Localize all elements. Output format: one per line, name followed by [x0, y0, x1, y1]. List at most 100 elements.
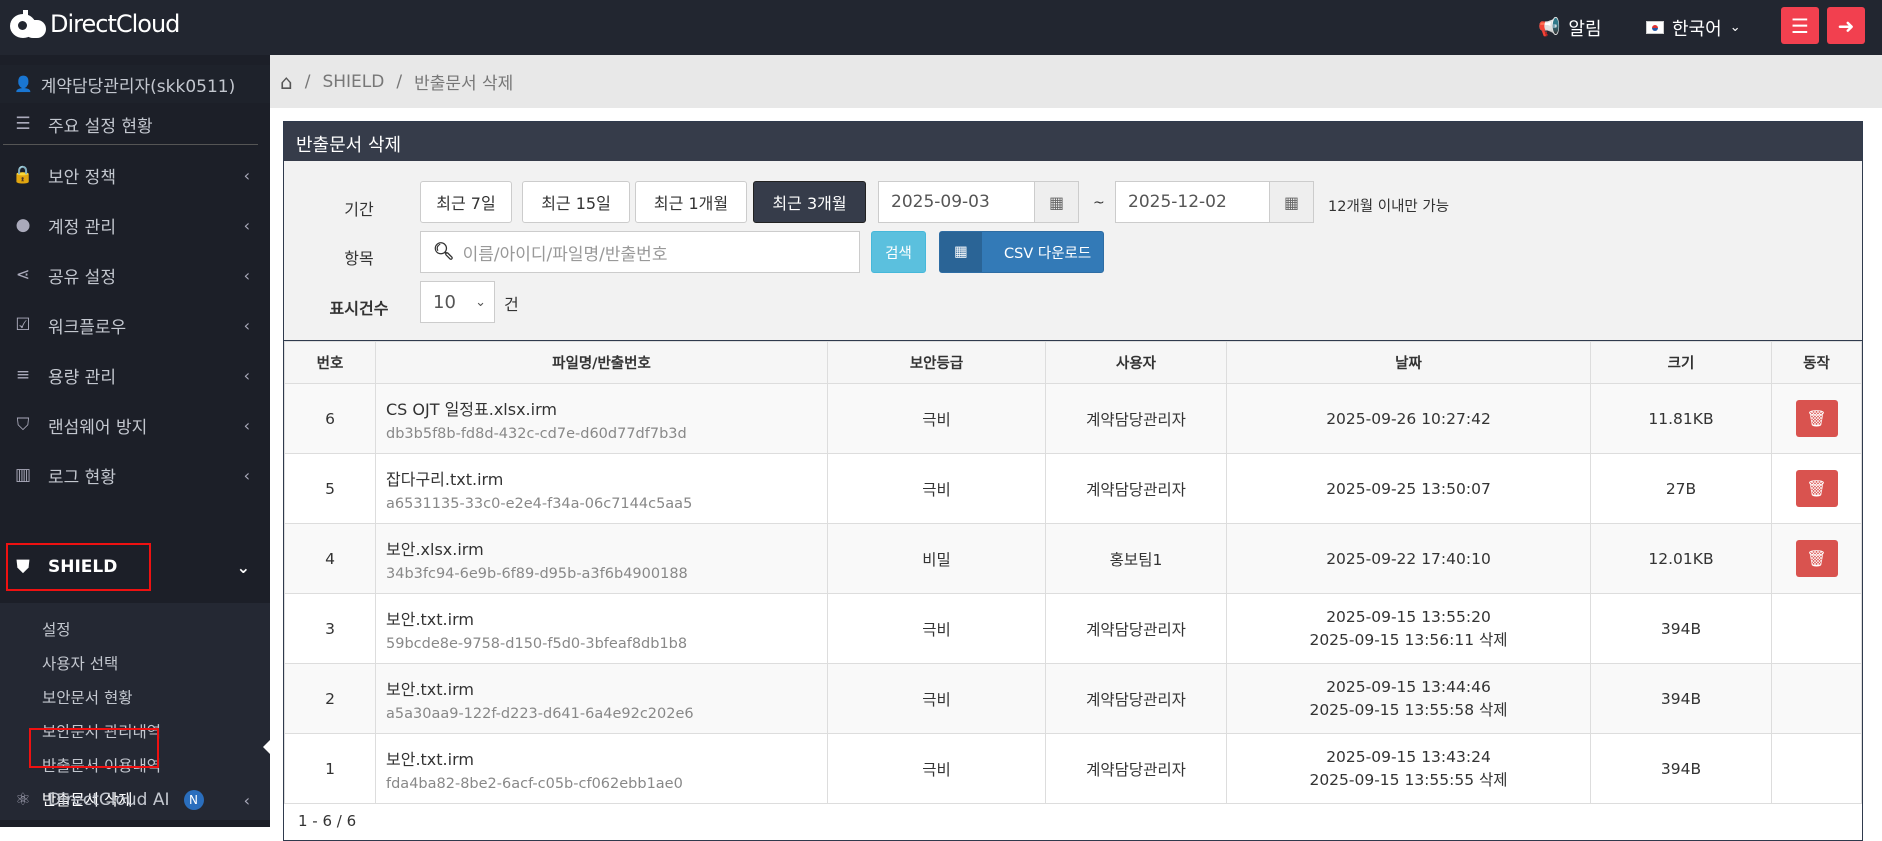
sidebar-item-label: 보안 정책 — [48, 167, 116, 188]
action-cell: 🗑︎ — [1771, 383, 1862, 454]
delete-button[interactable]: 🗑︎ — [1795, 470, 1838, 507]
start-date-value: 2025-09-03 — [891, 192, 990, 212]
col-header-no: 번호 — [284, 341, 376, 384]
table-row: 1 보안.txt.irm fda4ba82-8be2-6acf-c05b-cf062… — [284, 733, 1862, 804]
deleted-date: 2025-09-15 13:55:55 삭제 — [1309, 770, 1508, 789]
brand-name: DirectCloud — [50, 10, 180, 38]
user-name: 홍보팀1 — [1045, 523, 1227, 594]
search-input[interactable]: 🔍︎ 이름/아이디/파일명/반출번호 — [420, 231, 860, 273]
sidebar-item-label: 주요 설정 현황 — [48, 116, 153, 137]
security-grade: 극비 — [827, 383, 1046, 454]
highlight-box — [6, 543, 151, 591]
export-date: 2025-09-26 10:27:42 — [1326, 409, 1491, 428]
chevron-down-icon: ⌄ — [236, 557, 250, 577]
delete-button[interactable]: 🗑︎ — [1795, 540, 1838, 577]
file-cell: 보안.txt.irm a5a30aa9-122f-d223-d641-6a4e92… — [375, 663, 828, 734]
file-size: 12.01KB — [1590, 523, 1772, 594]
export-date: 2025-09-15 13:44:46 — [1326, 677, 1491, 696]
user-name: 계약담당관리자 — [1045, 733, 1227, 804]
file-name: CS OJT 일정표.xlsx.irm — [386, 399, 557, 419]
highlight-box — [29, 728, 159, 768]
submenu-item-user-select[interactable]: 사용자 선택 — [42, 652, 118, 674]
table-row: 4 보안.xlsx.irm 34b3fc94-6e9b-6f89-d95b-a3f6… — [284, 523, 1862, 594]
sidebar-item-label: 용량 관리 — [48, 367, 116, 388]
trash-icon: 🗑︎ — [1806, 549, 1827, 568]
file-name: 잡다구리.txt.irm — [386, 469, 504, 489]
action-cell — [1771, 593, 1862, 664]
export-id: fda4ba82-8be2-6acf-c05b-cf062ebb1ae0 — [386, 775, 683, 792]
sidebar-item-settings-overview[interactable]: ☰ 주요 설정 현황 — [0, 102, 270, 146]
count-label: 표시건수 — [329, 299, 389, 318]
security-grade: 극비 — [827, 733, 1046, 804]
new-badge: N — [183, 790, 204, 810]
end-date-value: 2025-12-02 — [1128, 192, 1227, 212]
table-icon: ▦ — [940, 232, 982, 272]
trash-icon: 🗑︎ — [1806, 409, 1827, 428]
date-cell: 2025-09-15 13:43:24 2025-09-15 13:55:55 삭… — [1226, 733, 1591, 804]
calendar-icon[interactable]: ▦ — [1269, 182, 1313, 222]
row-no: 2 — [284, 663, 376, 734]
sidebar-item-directcloud-ai[interactable]: ⚛ DirectCloud AI N ‹ — [0, 778, 270, 822]
action-cell: 🗑︎ — [1771, 523, 1862, 594]
user-profile[interactable]: 👤 계약담당관리자(skk0511) — [0, 65, 270, 103]
date-cell: 2025-09-22 17:40:10 — [1226, 523, 1591, 594]
calendar-icon[interactable]: ▦ — [1034, 182, 1078, 222]
row-no: 3 — [284, 593, 376, 664]
export-date: 2025-09-15 13:43:24 — [1326, 747, 1491, 766]
export-id: a6531135-33c0-e2e4-f34a-06c7144c5aa5 — [386, 495, 693, 512]
cloud-logo-icon — [10, 10, 46, 38]
start-date-input[interactable]: 2025-09-03 ▦ — [878, 181, 1079, 223]
sidebar-item-shield[interactable]: ⛊ SHIELD ⌄ — [0, 543, 270, 603]
export-id: 34b3fc94-6e9b-6f89-d95b-a3f6b4900188 — [386, 565, 688, 582]
row-no: 5 — [284, 453, 376, 524]
breadcrumb-separator: / — [304, 71, 311, 92]
sidebar-item-ransomware[interactable]: ⛉ 랜섬웨어 방지 ‹ — [0, 403, 270, 447]
export-date: 2025-09-22 17:40:10 — [1326, 549, 1491, 568]
chevron-left-icon: ‹ — [243, 215, 250, 235]
language-selector[interactable]: 한국어 ⌄ — [1646, 0, 1741, 55]
delete-button[interactable]: 🗑︎ — [1795, 400, 1838, 437]
sidebar-item-security-policy[interactable]: 🔒 보안 정책 ‹ — [0, 153, 270, 197]
file-name: 보안.txt.irm — [386, 609, 474, 629]
end-date-input[interactable]: 2025-12-02 ▦ — [1115, 181, 1314, 223]
sidebar-item-sharing[interactable]: ⋖ 공유 설정 ‹ — [0, 253, 270, 297]
submenu-item-secure-doc-status[interactable]: 보안문서 현황 — [42, 686, 133, 708]
sidebar-divider — [3, 144, 258, 145]
csv-download-button[interactable]: ▦ CSV 다운로드 — [939, 231, 1104, 273]
sidebar-item-storage[interactable]: ≡ 용량 관리 ‹ — [0, 353, 270, 397]
period-7days-button[interactable]: 최근 7일 — [420, 181, 512, 223]
user-name: 계약담당관리자 — [1045, 663, 1227, 734]
breadcrumb-shield[interactable]: SHIELD — [322, 72, 384, 92]
pagination-info: 1 - 6 / 6 — [298, 812, 357, 830]
row-no: 1 — [284, 733, 376, 804]
sidebar-item-workflow[interactable]: ☑ 워크플로우 ‹ — [0, 303, 270, 347]
row-no: 4 — [284, 523, 376, 594]
deleted-date: 2025-09-15 13:55:58 삭제 — [1309, 700, 1508, 719]
hamburger-icon: ☰ — [1791, 13, 1809, 38]
period-15days-button[interactable]: 최근 15일 — [522, 181, 630, 223]
home-icon[interactable]: ⌂ — [280, 70, 293, 94]
sidebar-item-logs[interactable]: ▥ 로그 현황 ‹ — [0, 453, 270, 497]
page-size-select[interactable]: 10 ⌄ — [420, 281, 495, 323]
export-delete-panel: 반출문서 삭제 기간 최근 7일 최근 15일 최근 1개월 최근 3개월 20… — [283, 121, 1863, 841]
brand-logo[interactable]: DirectCloud — [10, 10, 180, 38]
top-navbar: DirectCloud 📢 알림 한국어 ⌄ ☰ ➜ — [0, 0, 1882, 55]
submenu-item-settings[interactable]: 설정 — [42, 618, 71, 640]
period-3months-button[interactable]: 최근 3개월 — [753, 181, 866, 223]
breadcrumb-separator: / — [396, 71, 403, 92]
item-label: 항목 — [344, 249, 374, 268]
sidebar-item-account[interactable]: ● 계정 관리 ‹ — [0, 203, 270, 247]
ai-atom-icon: ⚛ — [15, 790, 31, 810]
logout-button[interactable]: ➜ — [1827, 7, 1865, 44]
search-button[interactable]: 검색 — [871, 231, 926, 273]
period-1month-button[interactable]: 최근 1개월 — [635, 181, 747, 223]
sidebar-item-label: 계정 관리 — [48, 217, 116, 238]
sign-out-icon: ➜ — [1837, 13, 1855, 38]
chevron-left-icon: ‹ — [243, 465, 250, 485]
chevron-left-icon: ‹ — [243, 790, 250, 810]
menu-toggle-button[interactable]: ☰ — [1781, 7, 1819, 44]
deleted-date: 2025-09-15 13:56:11 삭제 — [1309, 630, 1508, 649]
date-range-tilde: ~ — [1093, 195, 1105, 211]
notice-button[interactable]: 📢 알림 — [1538, 0, 1602, 55]
export-table: 번호 파일명/반출번호 보안등급 사용자 날짜 크기 동작 6 CS OJT 일정… — [284, 341, 1862, 804]
